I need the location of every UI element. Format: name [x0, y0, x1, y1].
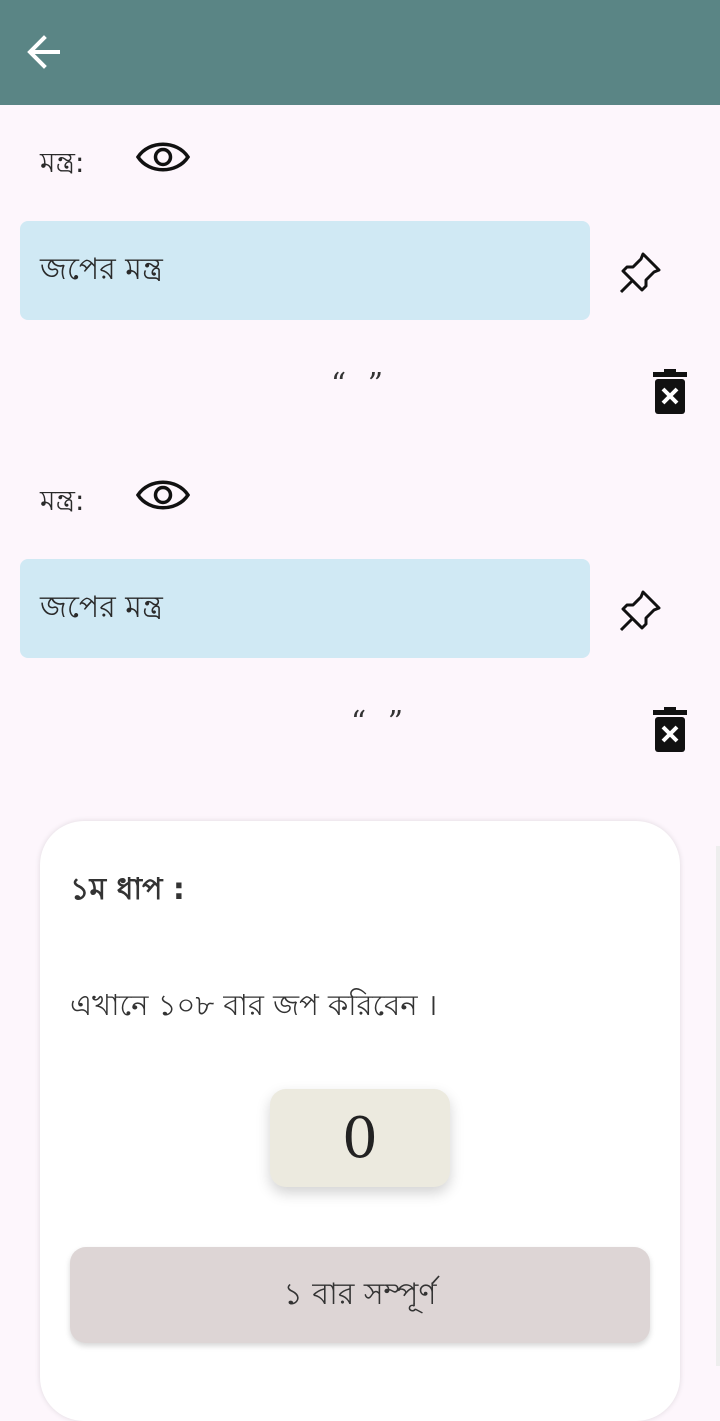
next-card-edge [716, 846, 720, 1366]
eye-icon[interactable] [134, 133, 192, 181]
mantra-input[interactable]: জপের মন্ত্র [20, 221, 590, 320]
mantra-label: মন্ত্র: [40, 146, 85, 179]
step-instruction: এখানে ১০৮ বার জপ করিবেন । [70, 988, 438, 1022]
mantra-quote: “ ” [330, 367, 390, 402]
app-bar [0, 0, 720, 105]
mantra-input[interactable]: জপের মন্ত্র [20, 559, 590, 658]
trash-x-icon[interactable] [648, 705, 692, 755]
mantra-section: মন্ত্র: জপের মন্ত্র “ ” [0, 105, 720, 443]
mantra-input-value: জপের মন্ত্র [40, 590, 163, 625]
jap-counter: 0 [270, 1089, 450, 1187]
step-title: ১ম ধাপ : [70, 872, 185, 907]
mantra-section: মন্ত্র: জপের মন্ত্র “ ” [0, 443, 720, 781]
step-card: ১ম ধাপ : এখানে ১০৮ বার জপ করিবেন । 0 ১ ব… [40, 821, 680, 1421]
complete-once-button[interactable]: ১ বার সম্পূর্ণ [70, 1247, 650, 1343]
trash-x-icon[interactable] [648, 367, 692, 417]
mantra-label: মন্ত্র: [40, 484, 85, 517]
mantra-input-value: জপের মন্ত্র [40, 252, 163, 287]
mantra-quote: “ ” [350, 705, 410, 740]
back-arrow-icon[interactable] [20, 28, 68, 76]
eye-icon[interactable] [134, 471, 192, 519]
pushpin-icon[interactable] [614, 585, 666, 637]
pushpin-icon[interactable] [614, 247, 666, 299]
